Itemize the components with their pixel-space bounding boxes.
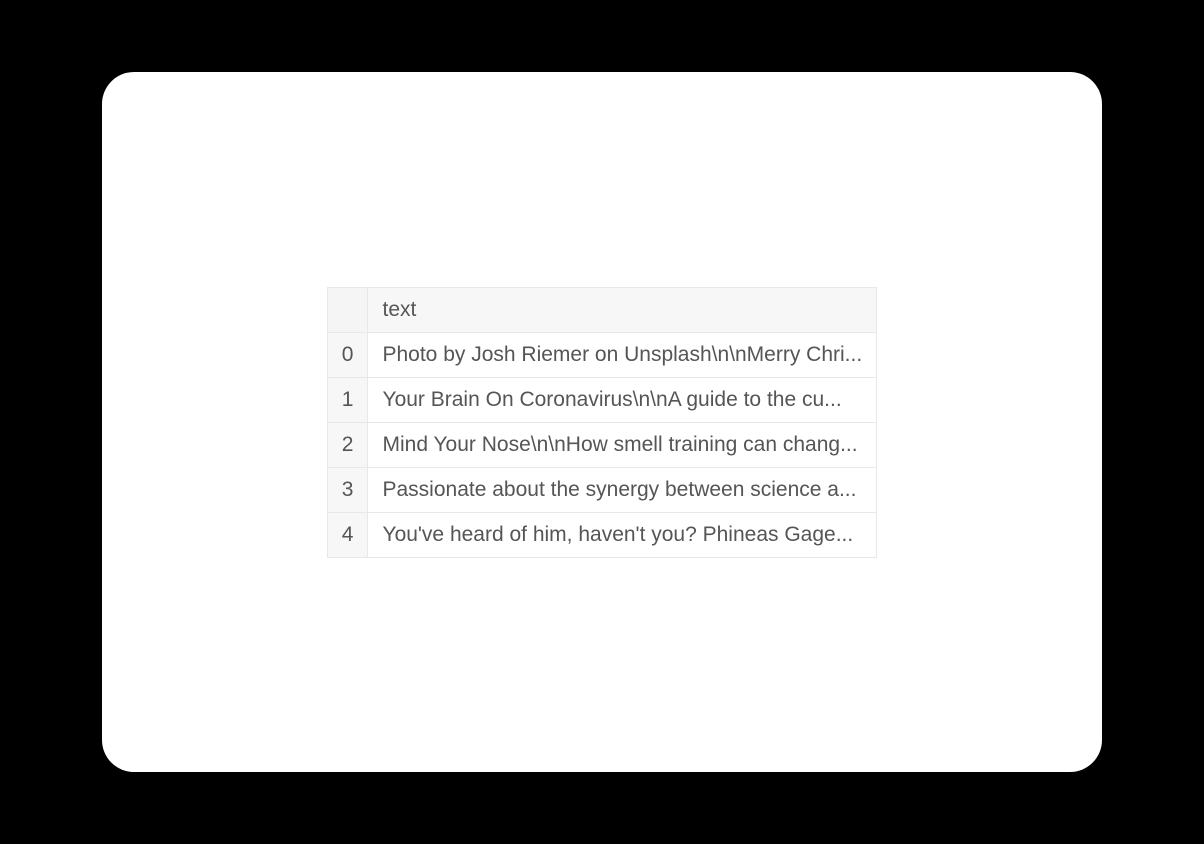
row-index: 3: [327, 467, 368, 512]
text-column-header: text: [368, 287, 877, 332]
table-row: 0 Photo by Josh Riemer on Unsplash\n\nMe…: [327, 332, 876, 377]
row-index: 4: [327, 512, 368, 557]
content-card: text 0 Photo by Josh Riemer on Unsplash\…: [102, 72, 1102, 772]
table-row: 3 Passionate about the synergy between s…: [327, 467, 876, 512]
table-row: 1 Your Brain On Coronavirus\n\nA guide t…: [327, 377, 876, 422]
row-text-cell: Photo by Josh Riemer on Unsplash\n\nMerr…: [368, 332, 877, 377]
table-header-row: text: [327, 287, 876, 332]
row-text-cell: Mind Your Nose\n\nHow smell training can…: [368, 422, 877, 467]
dataframe-table: text 0 Photo by Josh Riemer on Unsplash\…: [327, 287, 877, 558]
row-text-cell: You've heard of him, haven't you? Phinea…: [368, 512, 877, 557]
index-column-header: [327, 287, 368, 332]
row-index: 2: [327, 422, 368, 467]
table-row: 4 You've heard of him, haven't you? Phin…: [327, 512, 876, 557]
row-index: 1: [327, 377, 368, 422]
row-text-cell: Your Brain On Coronavirus\n\nA guide to …: [368, 377, 877, 422]
row-index: 0: [327, 332, 368, 377]
table-row: 2 Mind Your Nose\n\nHow smell training c…: [327, 422, 876, 467]
row-text-cell: Passionate about the synergy between sci…: [368, 467, 877, 512]
